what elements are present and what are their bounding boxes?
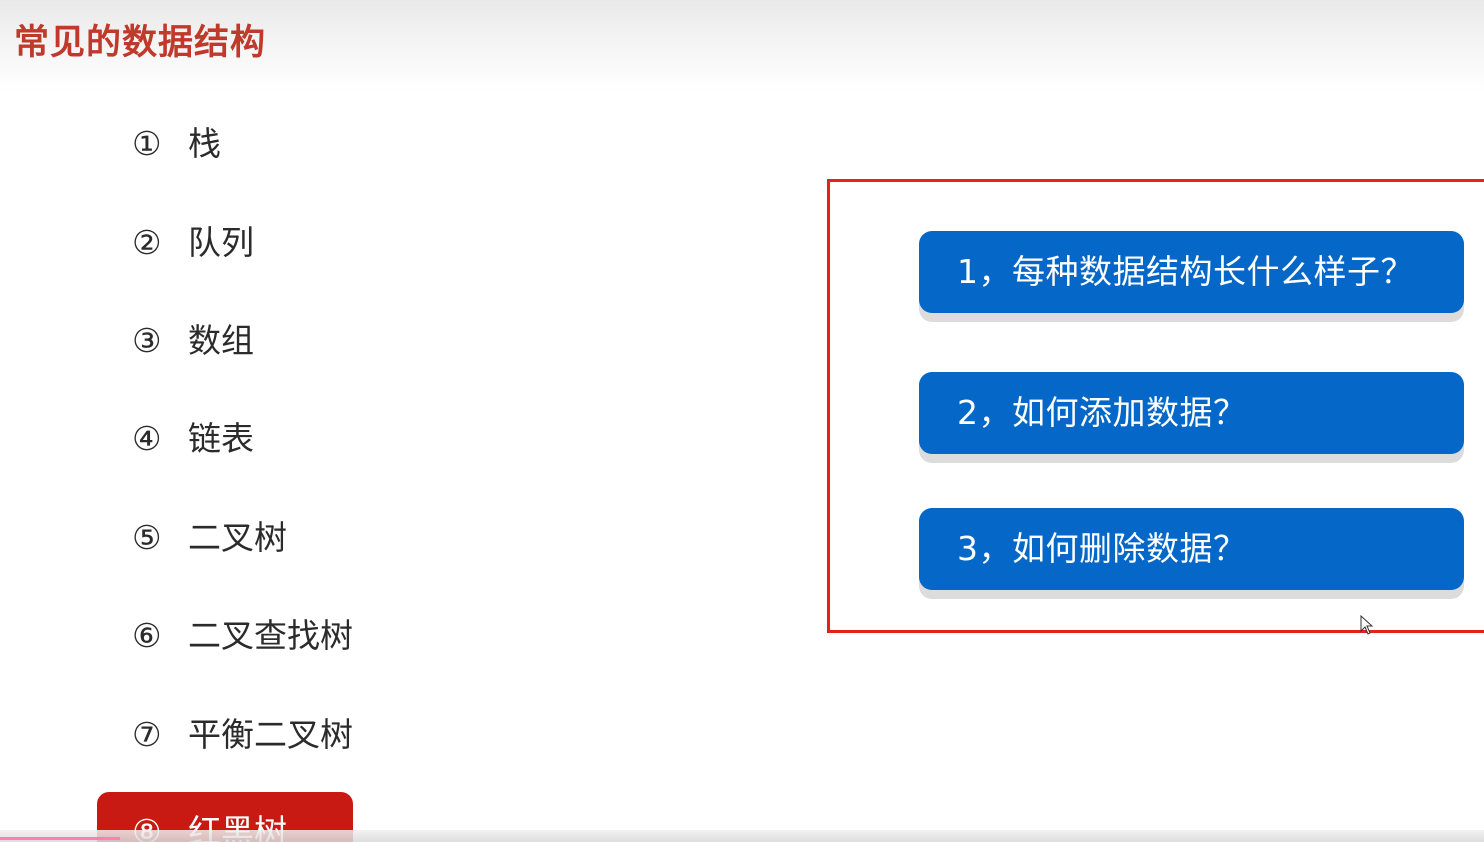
toc-item-binary-search-tree[interactable]: ⑥ 二叉查找树 xyxy=(132,611,353,661)
toc-item-queue[interactable]: ② 队列 xyxy=(132,218,254,268)
page-title: 常见的数据结构 xyxy=(14,23,267,63)
question-button-structure[interactable]: 1，每种数据结构长什么样子？ xyxy=(919,231,1464,313)
question-button-add-data[interactable]: 2，如何添加数据？ xyxy=(919,372,1464,454)
toc-item-number: ⑥ xyxy=(132,616,162,655)
toc-item-label: 栈 xyxy=(188,124,221,163)
toc-item-label: 数组 xyxy=(188,321,254,360)
toc-item-balanced-binary-tree[interactable]: ⑦ 平衡二叉树 xyxy=(132,710,353,760)
toc-item-number: ⑤ xyxy=(132,518,162,557)
toc-item-number: ③ xyxy=(132,321,162,360)
toc-item-number: ⑦ xyxy=(132,715,162,754)
slide: 常见的数据结构 ①栈 ② 队列 ③ 数组 ④ 链表 ⑤ 二叉树 ⑥ 二叉查找树 ⑦ 平衡二叉… xyxy=(0,0,1484,842)
toc-item-label: 二叉查找树 xyxy=(188,616,353,655)
toc-item-label: 链表 xyxy=(188,419,254,458)
toc-item-linked-list[interactable]: ④ 链表 xyxy=(132,414,254,464)
toc-item-label: 队列 xyxy=(188,223,254,262)
bottom-strip xyxy=(0,830,1484,842)
toc-item-stack[interactable]: ①栈 xyxy=(132,119,221,169)
toc-item-number: ① xyxy=(132,124,162,163)
toc-item-number: ④ xyxy=(132,419,162,458)
progress-line xyxy=(0,837,120,840)
toc-item-label: 平衡二叉树 xyxy=(188,715,353,754)
toc-item-number: ② xyxy=(132,223,162,262)
toc-item-binary-tree[interactable]: ⑤ 二叉树 xyxy=(132,513,287,563)
toc-item-label: 二叉树 xyxy=(188,518,287,557)
question-button-delete-data[interactable]: 3，如何删除数据？ xyxy=(919,508,1464,590)
mouse-pointer-icon xyxy=(1360,615,1374,635)
toc-item-array[interactable]: ③ 数组 xyxy=(132,316,254,366)
